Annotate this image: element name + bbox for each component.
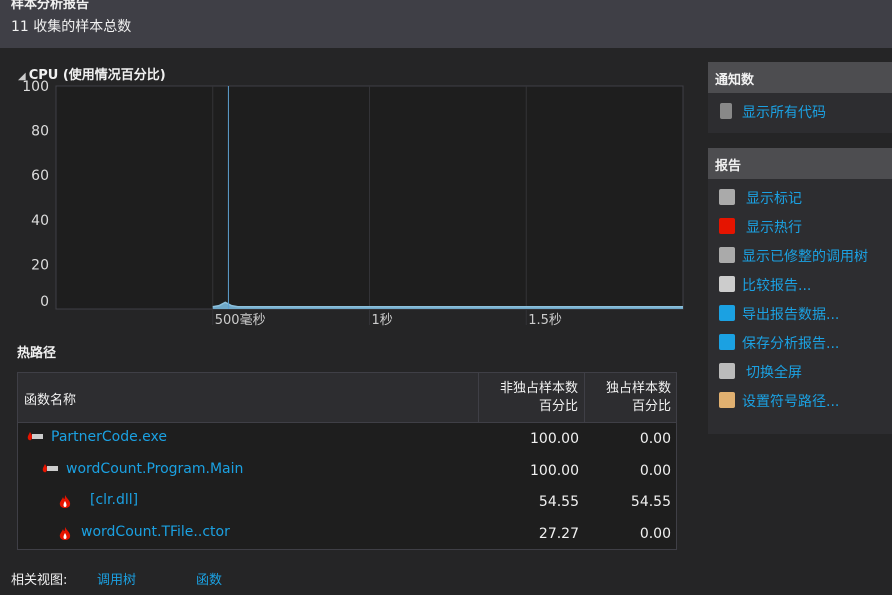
x-tick-label: 1秒	[372, 313, 393, 328]
hot-path-icon	[26, 431, 43, 445]
exclusive-percent: 54.55	[630, 494, 671, 510]
y-tick-label: 80	[31, 124, 49, 140]
cpu-usage-chart[interactable]: 500毫秒 1秒 1.5秒 0 20 40 60 80 100	[0, 80, 700, 330]
inclusive-percent: 100.00	[530, 462, 579, 479]
table-header: 函数名称 非独占样本数百分比 独占样本数百分比	[18, 373, 676, 423]
function-name-link[interactable]: wordCount.Program.Main	[66, 461, 243, 477]
column-label: 非独占样本数	[499, 381, 578, 396]
column-inclusive[interactable]: 非独占样本数百分比	[478, 373, 584, 423]
function-name-link[interactable]: PartnerCode.exe	[51, 429, 167, 445]
link-label: 保存分析报告...	[742, 336, 840, 352]
table-row[interactable]: wordCount.TFile..ctor 27.27 0.00	[18, 518, 676, 549]
column-function-name[interactable]: 函数名称	[18, 373, 478, 423]
link-label: 导出报告数据...	[742, 307, 840, 323]
link-label: 比较报告...	[742, 278, 812, 294]
fullscreen-icon	[719, 363, 735, 379]
export-data-icon	[719, 305, 735, 321]
link-label: 显示已修整的调用树	[742, 249, 868, 265]
report-panel-title: 报告	[708, 148, 892, 179]
link-functions[interactable]: 函数	[196, 569, 222, 588]
function-name-link[interactable]: wordCount.TFile..ctor	[81, 524, 230, 540]
function-name-link[interactable]: [clr.dll]	[90, 492, 138, 508]
report-action-4[interactable]: 导出报告数据...	[708, 299, 892, 328]
table-row[interactable]: PartnerCode.exe 100.00 0.00	[18, 423, 676, 454]
report-action-3[interactable]: 比较报告...	[708, 270, 892, 299]
y-tick-label: 100	[22, 80, 49, 95]
y-tick-label: 20	[31, 257, 49, 273]
inclusive-percent: 27.27	[538, 525, 579, 542]
report-action-7[interactable]: 设置符号路径...	[708, 386, 892, 415]
inclusive-percent: 54.55	[538, 494, 579, 510]
sample-count: 11 收集的样本总数	[11, 19, 132, 35]
exclusive-percent: 0.00	[639, 525, 671, 542]
link-label: 切换全屏	[746, 365, 802, 381]
hot-path-icon	[41, 463, 58, 477]
report-action-0[interactable]: 显示标记	[708, 183, 892, 212]
report-title: 样本分析报告	[11, 0, 90, 12]
link-label: 显示标记	[746, 191, 802, 207]
report-panel: 报告 显示标记显示热行显示已修整的调用树 比较报告... 导出报告数据... 保存分析…	[708, 148, 892, 434]
exclusive-percent: 0.00	[639, 462, 671, 479]
related-views: 相关视图: 调用树 函数	[11, 569, 222, 588]
trimmed-call-tree-icon	[719, 247, 735, 263]
document-icon	[720, 103, 732, 119]
report-action-1[interactable]: 显示热行	[708, 212, 892, 241]
table-row[interactable]: wordCount.Program.Main 100.00 0.00	[18, 455, 676, 486]
save-icon	[719, 334, 735, 350]
folder-icon	[719, 392, 735, 408]
link-label: 显示热行	[746, 220, 802, 236]
notifications-panel: 通知数 显示所有代码	[708, 62, 892, 133]
flame-icon	[58, 526, 72, 540]
report-action-2[interactable]: 显示已修整的调用树	[708, 241, 892, 270]
link-call-tree[interactable]: 调用树	[97, 569, 136, 588]
report-action-6[interactable]: 切换全屏	[708, 357, 892, 386]
notifications-title: 通知数	[708, 62, 892, 93]
exclusive-percent: 0.00	[639, 431, 671, 447]
table-row[interactable]: [clr.dll] 54.55 54.55	[18, 486, 676, 517]
link-label: 显示所有代码	[742, 105, 826, 121]
report-header: 样本分析报告 11 收集的样本总数	[0, 0, 892, 48]
flame-icon	[58, 494, 72, 508]
hot-path-table: 函数名称 非独占样本数百分比 独占样本数百分比 PartnerCode.exe …	[17, 372, 677, 550]
column-label: 独占样本数	[605, 381, 671, 396]
y-tick-label: 40	[31, 213, 49, 229]
related-views-label: 相关视图:	[11, 573, 68, 588]
hot-path-title: 热路径	[17, 346, 57, 361]
compare-reports-icon	[719, 276, 735, 292]
x-tick-label: 1.5秒	[528, 313, 562, 328]
link-label: 设置符号路径...	[742, 394, 840, 410]
show-markers-icon	[719, 189, 735, 205]
hot-lines-icon	[719, 218, 735, 234]
y-tick-label: 60	[31, 168, 49, 184]
inclusive-percent: 100.00	[530, 431, 579, 447]
column-exclusive[interactable]: 独占样本数百分比	[584, 373, 676, 423]
x-tick-label: 500毫秒	[215, 312, 266, 328]
column-label: 函数名称	[24, 393, 77, 408]
y-tick-label: 0	[40, 294, 49, 310]
report-action-5[interactable]: 保存分析报告...	[708, 328, 892, 357]
show-all-code-link[interactable]: 显示所有代码	[708, 97, 892, 126]
column-label: 百分比	[631, 399, 671, 414]
column-label: 百分比	[538, 399, 578, 414]
